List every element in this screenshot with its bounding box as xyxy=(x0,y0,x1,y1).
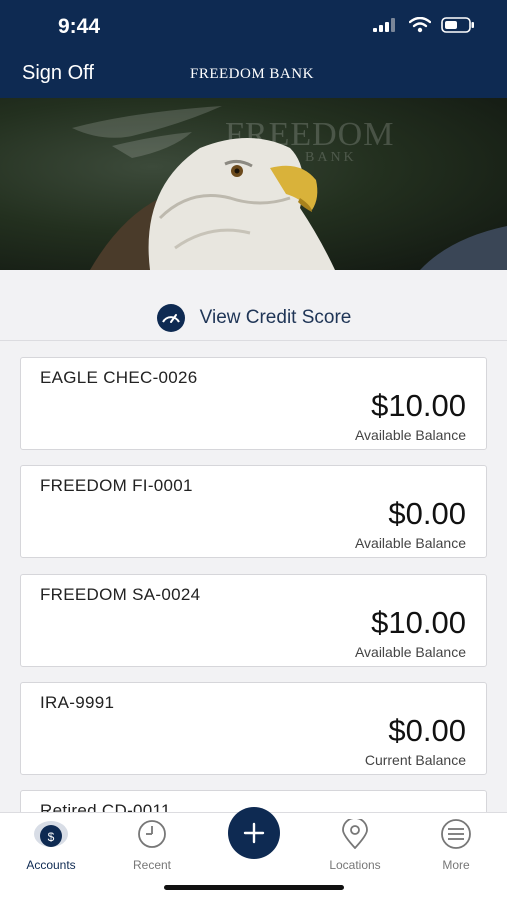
account-balance: $10.00 xyxy=(371,388,466,423)
account-balance: $10.00 xyxy=(371,605,466,640)
view-credit-score-button[interactable]: View Credit Score xyxy=(0,295,507,341)
balance-type-label: Available Balance xyxy=(354,535,466,551)
tab-more[interactable]: More xyxy=(416,819,496,872)
account-card[interactable]: EAGLE CHEC-0026 $10.00 Available Balance xyxy=(20,357,487,450)
account-name: IRA-9991 xyxy=(40,693,115,712)
account-balance: $0.00 xyxy=(388,496,466,531)
status-bar: 9:44 xyxy=(0,0,507,52)
tab-recent[interactable]: Recent xyxy=(112,819,192,872)
account-card[interactable]: FREEDOM SA-0024 $10.00 Available Balance xyxy=(20,574,487,667)
account-name: EAGLE CHEC-0026 xyxy=(40,368,198,387)
account-name: FREEDOM FI-0001 xyxy=(40,476,193,495)
cellular-signal-icon xyxy=(373,18,395,32)
eagle-photo xyxy=(90,138,507,270)
location-pin-icon xyxy=(342,817,368,850)
sign-off-button[interactable]: Sign Off xyxy=(22,62,94,85)
tab-more-label: More xyxy=(442,858,470,872)
plus-icon xyxy=(243,822,265,844)
account-card[interactable]: IRA-9991 $0.00 Current Balance xyxy=(20,682,487,775)
accounts-icon: $ xyxy=(34,821,68,847)
wifi-icon xyxy=(409,17,431,33)
banner-image: FREEDOM BANK xyxy=(0,98,507,270)
bank-title: FREEDOM BANK xyxy=(190,66,314,82)
svg-text:$: $ xyxy=(48,830,55,844)
tab-accounts[interactable]: $ Accounts xyxy=(11,819,91,872)
account-card[interactable]: FREEDOM FI-0001 $0.00 Available Balance xyxy=(20,465,487,558)
credit-score-label: View Credit Score xyxy=(199,306,352,328)
add-button[interactable] xyxy=(228,807,280,859)
balance-type-label: Available Balance xyxy=(354,427,466,443)
nav-bar: Sign Off FREEDOM BANK xyxy=(0,52,507,98)
tab-accounts-label: Accounts xyxy=(26,858,76,872)
menu-icon xyxy=(441,819,471,849)
tab-recent-label: Recent xyxy=(132,858,172,872)
account-balance: $0.00 xyxy=(388,713,466,748)
speedometer-icon xyxy=(156,303,185,332)
home-indicator xyxy=(164,885,344,890)
status-icons xyxy=(373,17,475,33)
tab-locations[interactable]: Locations xyxy=(315,817,395,872)
battery-icon xyxy=(441,17,474,33)
clock-icon xyxy=(138,820,166,848)
status-time: 9:44 xyxy=(58,15,101,38)
balance-type-label: Available Balance xyxy=(354,644,466,660)
account-name: FREEDOM SA-0024 xyxy=(40,585,201,604)
tab-locations-label: Locations xyxy=(329,858,381,872)
balance-type-label: Current Balance xyxy=(364,752,466,768)
